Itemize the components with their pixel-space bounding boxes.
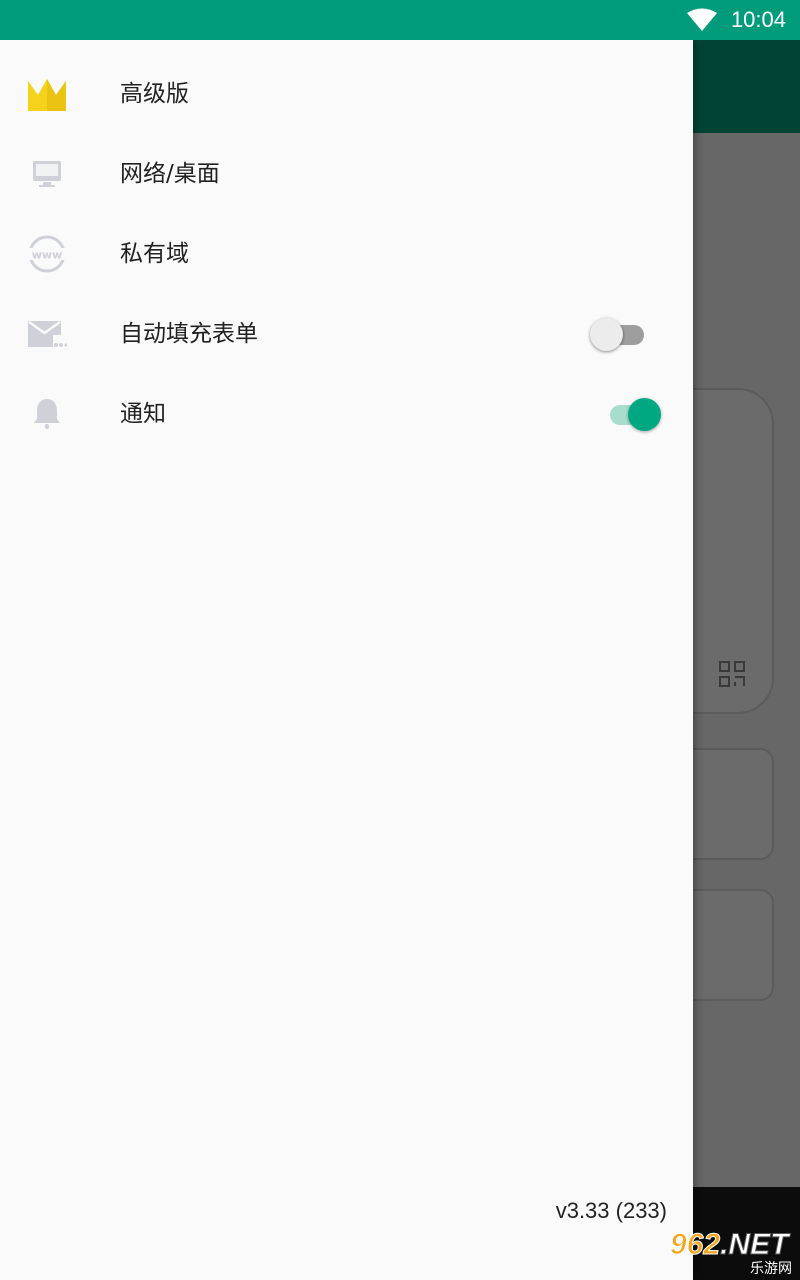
drawer-item-label: 高级版 bbox=[120, 81, 189, 107]
drawer-item-label: 通知 bbox=[120, 401, 166, 427]
mail-icon bbox=[26, 314, 68, 354]
drawer-item-private-domain[interactable]: www 私有域 bbox=[0, 214, 693, 294]
svg-text:www: www bbox=[32, 249, 63, 262]
toggle-thumb bbox=[628, 398, 661, 431]
drawer-item-premium[interactable]: 高级版 bbox=[0, 54, 693, 134]
watermark-brand: 962 bbox=[669, 1228, 721, 1262]
www-globe-icon: www bbox=[26, 234, 68, 274]
drawer-item-label: 自动填充表单 bbox=[120, 321, 258, 347]
watermark-logo: 962.NET 乐游网 bbox=[664, 1228, 798, 1278]
toggle-thumb bbox=[590, 318, 623, 351]
drawer-item-autofill[interactable]: 自动填充表单 bbox=[0, 294, 693, 374]
crown-icon bbox=[26, 74, 68, 114]
drawer-item-notifications[interactable]: 通知 bbox=[0, 374, 693, 454]
notifications-toggle[interactable] bbox=[604, 396, 664, 432]
watermark-subtitle: 乐游网 bbox=[750, 1261, 792, 1277]
drawer-item-network-desktop[interactable]: 网络/桌面 bbox=[0, 134, 693, 214]
autofill-toggle[interactable] bbox=[590, 316, 650, 352]
status-time: 10:04 bbox=[730, 7, 786, 32]
drawer-item-label: 网络/桌面 bbox=[120, 161, 220, 187]
drawer-item-label: 私有域 bbox=[120, 241, 189, 267]
wifi-icon bbox=[687, 8, 717, 31]
app-version: v3.33 (233) bbox=[555, 1198, 667, 1223]
status-bar: 10:04 bbox=[0, 0, 800, 40]
navigation-drawer: 高级版 网络/桌面 www 私有域 自动填充表单 通知 v3.33 (233) bbox=[0, 40, 693, 1280]
monitor-icon bbox=[26, 154, 68, 194]
watermark-suffix: .NET bbox=[720, 1228, 789, 1262]
bell-icon bbox=[26, 394, 68, 434]
